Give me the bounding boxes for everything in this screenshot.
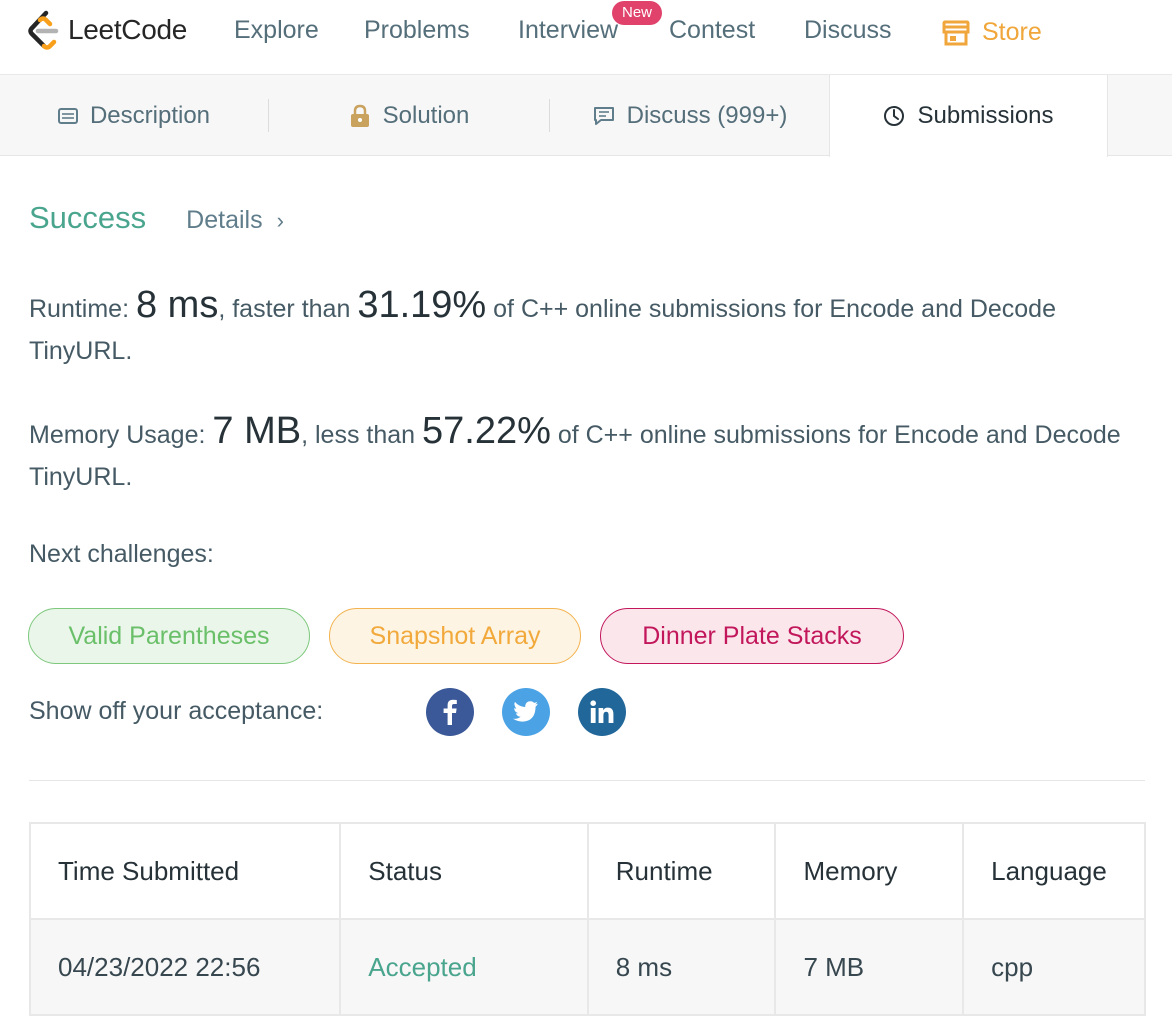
runtime-value: 8 ms bbox=[135, 284, 219, 326]
cell-time-submitted: 04/23/2022 22:56 bbox=[28, 918, 342, 1016]
leetcode-logo-icon bbox=[28, 10, 59, 50]
details-link[interactable]: Details › bbox=[186, 206, 284, 235]
tab-discuss-label: Discuss (999+) bbox=[626, 101, 788, 129]
tab-description[interactable]: Description bbox=[0, 75, 268, 156]
leetcode-logo[interactable]: LeetCode bbox=[26, 8, 187, 52]
submissions-table: Time Submitted Status Runtime Memory Lan… bbox=[28, 822, 1146, 1016]
memory-label: Memory Usage: bbox=[29, 421, 213, 449]
tab-solution-label: Solution bbox=[382, 101, 470, 129]
header-runtime: Runtime bbox=[586, 822, 777, 920]
nav-explore[interactable]: Explore bbox=[234, 16, 319, 45]
nav-contest[interactable]: Contest bbox=[669, 16, 755, 45]
linkedin-share-button[interactable] bbox=[578, 688, 626, 736]
logo-text: LeetCode bbox=[68, 14, 188, 45]
challenge-dinner-plate-stacks[interactable]: Dinner Plate Stacks bbox=[600, 608, 904, 664]
header-time-submitted: Time Submitted bbox=[28, 822, 342, 920]
runtime-stat: Runtime: 8 ms, faster than 31.19% of C++… bbox=[29, 284, 1139, 372]
challenge-snapshot-array[interactable]: Snapshot Array bbox=[329, 608, 581, 664]
memory-mid: , less than bbox=[301, 421, 422, 449]
problem-tabs: Description Solution Discuss (999+) Subm… bbox=[0, 75, 1172, 157]
top-navbar: LeetCode Explore Problems Interview New … bbox=[0, 0, 1172, 75]
facebook-icon bbox=[443, 699, 457, 725]
next-challenges-label: Next challenges: bbox=[29, 540, 214, 568]
table-row: 04/23/2022 22:56 Accepted 8 ms 7 MB cpp bbox=[28, 918, 1146, 1016]
memory-value: 7 MB bbox=[212, 410, 302, 452]
header-memory: Memory bbox=[774, 822, 965, 920]
description-icon bbox=[57, 107, 78, 124]
tab-description-label: Description bbox=[89, 101, 211, 129]
store-icon bbox=[942, 20, 970, 45]
runtime-mid: , faster than bbox=[218, 295, 358, 323]
memory-stat: Memory Usage: 7 MB, less than 57.22% of … bbox=[29, 410, 1139, 498]
nav-discuss[interactable]: Discuss bbox=[804, 16, 892, 45]
twitter-share-button[interactable] bbox=[502, 688, 550, 736]
nav-store-label: Store bbox=[982, 18, 1042, 46]
facebook-share-button[interactable] bbox=[426, 688, 474, 736]
runtime-percent: 31.19% bbox=[357, 284, 487, 326]
tab-solution[interactable]: Solution bbox=[269, 75, 549, 156]
details-label: Details bbox=[186, 206, 263, 234]
linkedin-icon bbox=[590, 700, 614, 723]
nav-problems[interactable]: Problems bbox=[364, 16, 470, 45]
table-header-row: Time Submitted Status Runtime Memory Lan… bbox=[28, 822, 1146, 920]
divider bbox=[29, 780, 1145, 781]
new-badge: New bbox=[612, 1, 662, 25]
share-label: Show off your acceptance: bbox=[29, 697, 324, 725]
chevron-right-icon: › bbox=[276, 207, 284, 233]
nav-store[interactable]: Store bbox=[942, 18, 1042, 47]
tab-discuss[interactable]: Discuss (999+) bbox=[550, 75, 830, 156]
runtime-label: Runtime: bbox=[29, 295, 136, 323]
cell-runtime: 8 ms bbox=[586, 918, 777, 1016]
result-status-row: Success Details › bbox=[29, 200, 284, 236]
tab-submissions[interactable]: Submissions bbox=[829, 75, 1108, 157]
cell-language: cpp bbox=[962, 918, 1146, 1016]
lock-icon bbox=[350, 104, 369, 127]
status-success: Success bbox=[29, 200, 147, 235]
comment-icon bbox=[593, 106, 614, 125]
header-status: Status bbox=[339, 822, 589, 920]
tab-submissions-label: Submissions bbox=[917, 102, 1054, 129]
memory-percent: 57.22% bbox=[422, 410, 551, 452]
header-language: Language bbox=[962, 822, 1146, 920]
cell-status-accepted[interactable]: Accepted bbox=[339, 918, 589, 1016]
clock-icon bbox=[884, 106, 905, 126]
challenge-valid-parentheses[interactable]: Valid Parentheses bbox=[28, 608, 310, 664]
twitter-icon bbox=[513, 701, 538, 722]
nav-interview[interactable]: Interview bbox=[518, 16, 618, 45]
cell-memory: 7 MB bbox=[774, 918, 965, 1016]
